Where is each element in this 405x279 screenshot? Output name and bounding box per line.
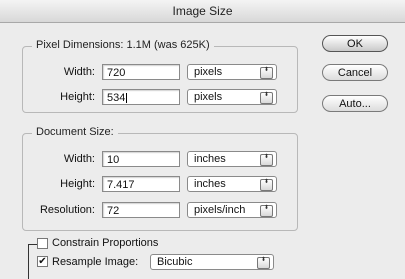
doc-height-label: Height: <box>60 178 95 190</box>
resample-method-select[interactable]: Bicubic ⬍ <box>150 254 274 270</box>
cancel-button[interactable]: Cancel <box>322 64 388 81</box>
pixel-height-field[interactable]: 534 <box>102 89 180 105</box>
pixel-height-unit: pixels <box>194 91 223 103</box>
doc-width-unit: inches <box>194 153 226 165</box>
select-arrows-icon: ⬍ <box>260 92 273 104</box>
resolution-label: Resolution: <box>39 204 95 216</box>
constrain-proportions-label: Constrain Proportions <box>52 237 159 249</box>
select-arrows-icon: ⬍ <box>257 257 270 269</box>
doc-height-unit: inches <box>194 178 226 190</box>
select-arrows-icon: ⬍ <box>260 205 273 217</box>
ok-button[interactable]: OK <box>322 35 388 52</box>
doc-height-field[interactable]: 7.417 <box>102 176 180 192</box>
resolution-field[interactable]: 72 <box>102 202 180 218</box>
document-size-label: Document Size: <box>32 126 118 138</box>
doc-height-unit-select[interactable]: inches ⬍ <box>187 176 277 192</box>
doc-width-label: Width: <box>63 153 95 165</box>
text-cursor <box>126 93 128 104</box>
resample-image-checkbox[interactable]: ✔ <box>37 256 48 267</box>
pixel-width-field[interactable]: 720 <box>102 64 180 80</box>
resolution-unit-select[interactable]: pixels/inch ⬍ <box>187 202 277 218</box>
title-bar: Image Size <box>0 0 405 23</box>
constrain-proportions-checkbox[interactable] <box>37 238 48 249</box>
select-arrows-icon: ⬍ <box>260 179 273 191</box>
select-arrows-icon: ⬍ <box>260 67 273 79</box>
resolution-unit: pixels/inch <box>194 204 246 216</box>
pixel-height-unit-select[interactable]: pixels ⬍ <box>187 89 277 105</box>
linked-options-bracket <box>28 244 37 279</box>
pixel-width-label: Width: <box>63 66 95 78</box>
resample-method: Bicubic <box>157 256 193 268</box>
resample-image-label: Resample Image: <box>52 256 139 268</box>
pixel-width-unit: pixels <box>194 66 223 78</box>
pixel-width-unit-select[interactable]: pixels ⬍ <box>187 64 277 80</box>
select-arrows-icon: ⬍ <box>260 154 273 166</box>
doc-width-unit-select[interactable]: inches ⬍ <box>187 151 277 167</box>
pixel-dimensions-label: Pixel Dimensions: 1.1M (was 625K) <box>32 39 214 51</box>
window-title: Image Size <box>172 4 233 18</box>
doc-width-field[interactable]: 10 <box>102 151 180 167</box>
pixel-height-label: Height: <box>60 91 95 103</box>
auto-button[interactable]: Auto... <box>322 95 388 112</box>
